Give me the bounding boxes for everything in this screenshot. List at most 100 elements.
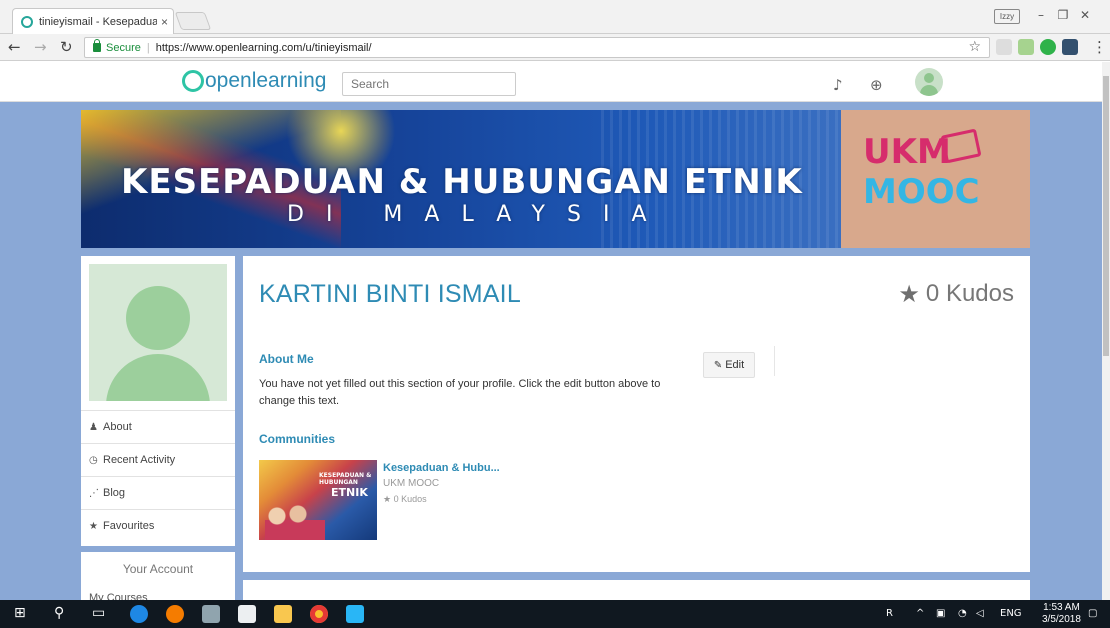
account-title: Your Account — [122, 562, 194, 576]
about-heading: About Me — [259, 352, 314, 366]
about-text: You have not yet filled out this section… — [259, 378, 661, 407]
app-icon[interactable] — [346, 605, 364, 623]
your-account-card: Your Account My Courses — [81, 552, 235, 604]
sidebar-item-label: About — [103, 421, 132, 433]
globe-icon[interactable]: ⊕ — [870, 76, 883, 94]
firefox-icon[interactable] — [166, 605, 184, 623]
sidebar-item-label: Blog — [103, 487, 126, 499]
forward-icon[interactable]: → — [34, 38, 47, 56]
extension-icon[interactable] — [1018, 39, 1034, 55]
browser-titlebar: tinieyismail - Kesepaduan × Izzy – ❐ ✕ — [0, 0, 1110, 34]
clock-icon: ◷ — [89, 454, 98, 466]
close-window-icon[interactable]: ✕ — [1074, 6, 1096, 24]
sidebar-item-label: Favourites — [103, 520, 155, 532]
lock-icon — [93, 39, 101, 52]
community-kudos-label: 0 Kudos — [393, 494, 427, 504]
task-view-icon[interactable]: ▭ — [92, 605, 105, 621]
divider — [774, 346, 775, 376]
profile-picture — [89, 264, 227, 401]
url-separator: | — [146, 41, 150, 54]
thumb-word: ETNIK — [331, 486, 368, 499]
activity-card — [243, 580, 1030, 600]
edit-label: Edit — [725, 359, 745, 371]
star-icon: ★ — [89, 520, 98, 532]
new-tab-button[interactable] — [174, 12, 212, 30]
browser-tab[interactable]: tinieyismail - Kesepaduan × — [12, 8, 174, 34]
sidebar-item-about[interactable]: ♟ About — [81, 410, 235, 443]
kudos-label: 0 Kudos — [925, 280, 1014, 307]
chrome-icon[interactable] — [310, 605, 328, 623]
url-text: https://www.openlearning.com/u/tinieyism… — [155, 41, 372, 54]
community-thumbnail[interactable]: KESEPADUAN & HUBUNGAN ETNIK — [259, 460, 377, 540]
bell-icon[interactable]: ♪ — [833, 76, 843, 94]
avatar-head — [126, 286, 190, 350]
community-name-link[interactable]: Kesepaduan & Hubu... — [383, 462, 500, 474]
logo-text: openlearning — [205, 69, 327, 92]
windows-start-icon[interactable]: ⊞ — [14, 605, 26, 621]
wifi-icon[interactable]: ◔ — [958, 608, 967, 619]
star-icon: ★ — [898, 280, 920, 308]
extension-icon[interactable] — [1062, 39, 1078, 55]
banner-subtitle: DI MALAYSIA — [287, 202, 669, 227]
user-avatar[interactable] — [915, 68, 943, 96]
back-icon[interactable]: ← — [8, 38, 21, 56]
secure-label: Secure — [106, 41, 141, 54]
avatar-body — [106, 354, 210, 401]
thumb-people-graphic — [265, 500, 325, 540]
network-icon[interactable]: ▣ — [936, 608, 945, 619]
sidebar-item-recent-activity[interactable]: ◷ Recent Activity — [81, 443, 235, 476]
openlearning-favicon-icon — [21, 15, 33, 28]
minimize-icon[interactable]: – — [1030, 6, 1052, 24]
community-kudos: ★ 0 Kudos — [383, 494, 427, 505]
url-input[interactable]: Secure | https://www.openlearning.com/u/… — [84, 37, 990, 58]
communities-heading: Communities — [259, 432, 336, 446]
restore-icon[interactable]: ❐ — [1052, 6, 1074, 24]
sidebar-item-blog[interactable]: ⋰ Blog — [81, 476, 235, 509]
sidebar-item-favourites[interactable]: ★ Favourites — [81, 509, 235, 542]
address-bar: ← → ↻ Secure | https://www.openlearning.… — [0, 34, 1110, 61]
sidebar-item-label: Recent Activity — [103, 454, 176, 466]
tab-close-icon[interactable]: × — [161, 15, 168, 29]
edit-button[interactable]: ✎ Edit — [703, 352, 755, 378]
clock-time: 1:53 AM — [1043, 602, 1080, 613]
profile-card: KARTINI BINTI ISMAIL ★ 0 Kudos About Me … — [243, 256, 1030, 572]
profile-sidebar: ♟ About ◷ Recent Activity ⋰ Blog ★ Favou… — [81, 256, 235, 546]
scrollbar-thumb[interactable] — [1103, 76, 1109, 356]
page-scrollbar[interactable] — [1102, 62, 1110, 600]
banner-title: KESEPADUAN & HUBUNGAN ETNIK — [121, 162, 803, 202]
banner-brand-ukm: UKM — [863, 132, 951, 172]
community-org: UKM MOOC — [383, 478, 440, 489]
profile-banner: KESEPADUAN & HUBUNGAN ETNIK DI MALAYSIA … — [81, 110, 1030, 248]
profile-menu: ♟ About ◷ Recent Activity ⋰ Blog ★ Favou… — [81, 410, 235, 542]
search-input[interactable] — [342, 72, 516, 96]
openlearning-logo[interactable]: openlearning — [182, 69, 326, 93]
extension-icon[interactable] — [996, 39, 1012, 55]
bookmark-star-icon[interactable]: ☆ — [968, 39, 981, 55]
volume-icon[interactable]: ◁ — [976, 608, 984, 619]
language-indicator[interactable]: ENG — [1000, 608, 1022, 619]
file-explorer-icon[interactable] — [274, 605, 292, 623]
kudos-count: ★ 0 Kudos — [898, 280, 1014, 308]
pencil-icon: ✎ — [713, 359, 723, 371]
menu-dots-icon[interactable]: ⋮ — [1092, 38, 1107, 56]
notification-icon[interactable]: ▢ — [1088, 608, 1097, 619]
reload-icon[interactable]: ↻ — [60, 38, 73, 56]
clock-date: 3/5/2018 — [1042, 614, 1081, 625]
people-icon[interactable]: R — [886, 608, 893, 619]
star-icon: ★ — [383, 495, 392, 505]
edge-icon[interactable] — [130, 605, 148, 623]
chevron-up-icon[interactable]: ^ — [916, 608, 924, 619]
search-icon[interactable]: ⚲ — [54, 605, 64, 621]
rss-icon: ⋰ — [89, 487, 99, 499]
taskbar: ⊞ ⚲ ▭ R ^ ▣ ◔ ◁ ENG 1:53 AM 3/5/2018 ▢ — [0, 600, 1110, 628]
logo-ring-icon — [182, 70, 204, 92]
taskbar-clock[interactable]: 1:53 AM 3/5/2018 — [1042, 602, 1081, 626]
user-icon: ♟ — [89, 421, 98, 433]
thumb-label: KESEPADUAN & HUBUNGAN — [319, 472, 372, 486]
profile-name: KARTINI BINTI ISMAIL — [259, 280, 521, 308]
extension-check-icon[interactable] — [1040, 39, 1056, 55]
site-header: openlearning ♪ ⊕ — [0, 62, 1102, 102]
app-icon[interactable] — [202, 605, 220, 623]
mail-icon[interactable] — [238, 605, 256, 623]
profile-badge[interactable]: Izzy — [994, 9, 1020, 24]
